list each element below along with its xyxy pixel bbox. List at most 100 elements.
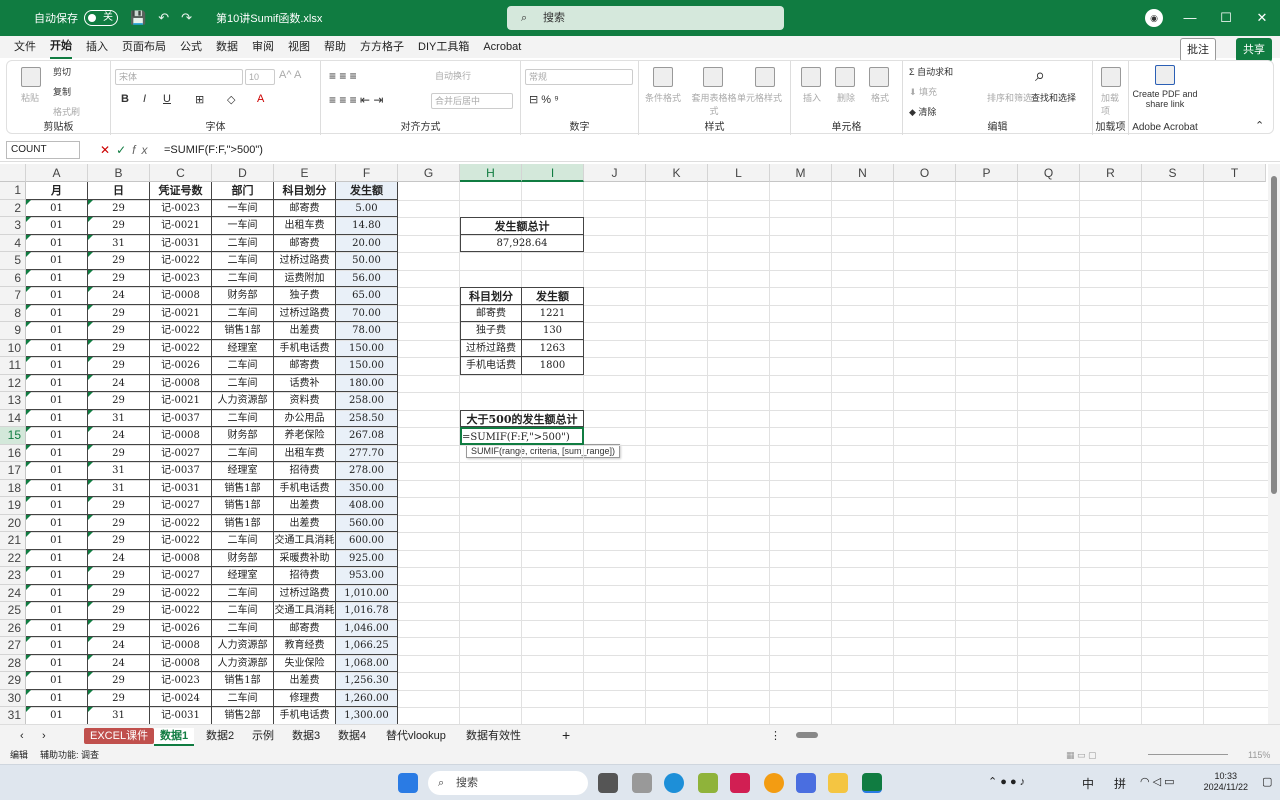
cell[interactable]: 邮寄费 <box>274 619 336 637</box>
paste-icon[interactable] <box>21 67 41 87</box>
cell[interactable]: 资料费 <box>274 392 336 410</box>
cell[interactable]: 01 <box>26 322 88 340</box>
cell[interactable]: 01 <box>26 269 88 287</box>
cell[interactable]: 29 <box>88 269 150 287</box>
cell[interactable]: 出差费 <box>274 322 336 340</box>
cell[interactable]: 29 <box>88 567 150 585</box>
cell[interactable]: 手机电话费 <box>274 479 336 497</box>
cell[interactable]: 邮寄费 <box>274 357 336 375</box>
conditional-format-button[interactable]: 条件格式 <box>645 91 681 104</box>
cell[interactable]: 150.00 <box>336 339 398 357</box>
cell[interactable]: 01 <box>26 217 88 235</box>
column-header-n[interactable]: N <box>832 164 894 182</box>
row-header[interactable]: 10 <box>0 339 26 357</box>
cell[interactable]: 独子费 <box>274 287 336 305</box>
cell[interactable]: 01 <box>26 514 88 532</box>
cell[interactable]: 养老保险 <box>274 427 336 445</box>
cell[interactable]: 记-0037 <box>150 462 212 480</box>
cell[interactable]: 01 <box>26 689 88 707</box>
cell[interactable]: 办公用品 <box>274 409 336 427</box>
cell[interactable]: 01 <box>26 392 88 410</box>
office-icon[interactable] <box>730 773 750 793</box>
table-format-icon[interactable] <box>703 67 723 87</box>
cell[interactable]: 二车间 <box>212 252 274 270</box>
cell[interactable]: 经理室 <box>212 339 274 357</box>
cell[interactable]: 56.00 <box>336 269 398 287</box>
italic-icon[interactable]: I <box>143 93 146 105</box>
cell[interactable]: 01 <box>26 199 88 217</box>
windows-start-icon[interactable] <box>398 773 418 793</box>
cell[interactable]: 记-0027 <box>150 497 212 515</box>
cell[interactable]: 01 <box>26 619 88 637</box>
cell[interactable]: 二车间 <box>212 374 274 392</box>
save-icon[interactable]: 💾 <box>130 10 146 26</box>
row-header[interactable]: 20 <box>0 514 26 532</box>
column-header-o[interactable]: O <box>894 164 956 182</box>
cell[interactable]: 1,068.00 <box>336 654 398 672</box>
row-header[interactable]: 14 <box>0 409 26 427</box>
cell[interactable]: 29 <box>88 497 150 515</box>
cell[interactable]: 20.00 <box>336 234 398 252</box>
cell[interactable]: 01 <box>26 567 88 585</box>
excel-icon[interactable] <box>862 773 882 793</box>
cell[interactable]: 50.00 <box>336 252 398 270</box>
cell[interactable]: 二车间 <box>212 444 274 462</box>
comment-button[interactable]: 批注 <box>1180 38 1216 62</box>
worksheet-grid[interactable]: SUMIF(range, criteria, [sum_range]) ABCD… <box>0 164 1268 724</box>
cell[interactable]: 01 <box>26 234 88 252</box>
cell[interactable]: 记-0022 <box>150 322 212 340</box>
cell[interactable]: 销售1部 <box>212 322 274 340</box>
cell[interactable]: 24 <box>88 637 150 655</box>
tray-icons[interactable]: ⌃ ● ● ♪ <box>988 775 1025 788</box>
format-painter-button[interactable]: 格式刷 <box>53 105 80 118</box>
pdf-icon[interactable] <box>1155 65 1175 85</box>
cell[interactable]: 科目划分 <box>274 182 336 200</box>
row-header[interactable]: 1 <box>0 182 26 200</box>
fill-color-icon[interactable]: ◇ <box>227 93 235 106</box>
cell[interactable]: 修理费 <box>274 689 336 707</box>
menu-tab[interactable]: 数据 <box>216 36 238 58</box>
row-header[interactable]: 29 <box>0 672 26 690</box>
row-header[interactable]: 27 <box>0 637 26 655</box>
sort-filter-button[interactable]: 排序和筛选 <box>987 91 1032 104</box>
cell[interactable]: 29 <box>88 252 150 270</box>
cell-style-button[interactable]: 单元格样式 <box>737 91 782 104</box>
cell[interactable]: 人力资源部 <box>212 637 274 655</box>
cell[interactable]: 01 <box>26 532 88 550</box>
ime-pinyin[interactable]: 拼 <box>1114 775 1126 792</box>
cell[interactable]: 01 <box>26 427 88 445</box>
cell[interactable]: 销售1部 <box>212 479 274 497</box>
cell[interactable]: 二车间 <box>212 532 274 550</box>
cell[interactable]: 出差费 <box>274 514 336 532</box>
cell[interactable]: 24 <box>88 549 150 567</box>
vertical-scroll-thumb[interactable] <box>1271 176 1277 494</box>
column-header-g[interactable]: G <box>398 164 460 182</box>
wrap-text-button[interactable]: 自动换行 <box>435 69 471 82</box>
ime-chinese[interactable]: 中 <box>1082 775 1094 792</box>
cell[interactable]: 记-0022 <box>150 514 212 532</box>
cell[interactable]: 29 <box>88 584 150 602</box>
cell[interactable]: 1,016.78 <box>336 602 398 620</box>
cell[interactable]: 29 <box>88 199 150 217</box>
cell[interactable]: 01 <box>26 707 88 724</box>
border-icon[interactable]: ⊞ <box>195 93 204 106</box>
merge-center-button[interactable]: 合并后居中 <box>431 93 513 109</box>
cell[interactable]: 出差费 <box>274 497 336 515</box>
add-sheet-icon[interactable]: + <box>556 728 576 742</box>
menu-tab[interactable]: 审阅 <box>252 36 274 58</box>
cell[interactable]: 350.00 <box>336 479 398 497</box>
cell[interactable]: 29 <box>88 672 150 690</box>
row-header[interactable]: 18 <box>0 479 26 497</box>
cell[interactable]: 记-0022 <box>150 252 212 270</box>
cell[interactable]: 01 <box>26 497 88 515</box>
cell[interactable]: 经理室 <box>212 567 274 585</box>
cell[interactable]: 01 <box>26 584 88 602</box>
cell[interactable]: 财务部 <box>212 549 274 567</box>
cell[interactable]: 一车间 <box>212 217 274 235</box>
row-header[interactable]: 21 <box>0 532 26 550</box>
column-header-m[interactable]: M <box>770 164 832 182</box>
task-view-icon[interactable] <box>598 773 618 793</box>
cell[interactable]: 31 <box>88 234 150 252</box>
collapse-ribbon-icon[interactable]: ⌃ <box>1255 119 1264 132</box>
format-cell-icon[interactable] <box>869 67 889 87</box>
